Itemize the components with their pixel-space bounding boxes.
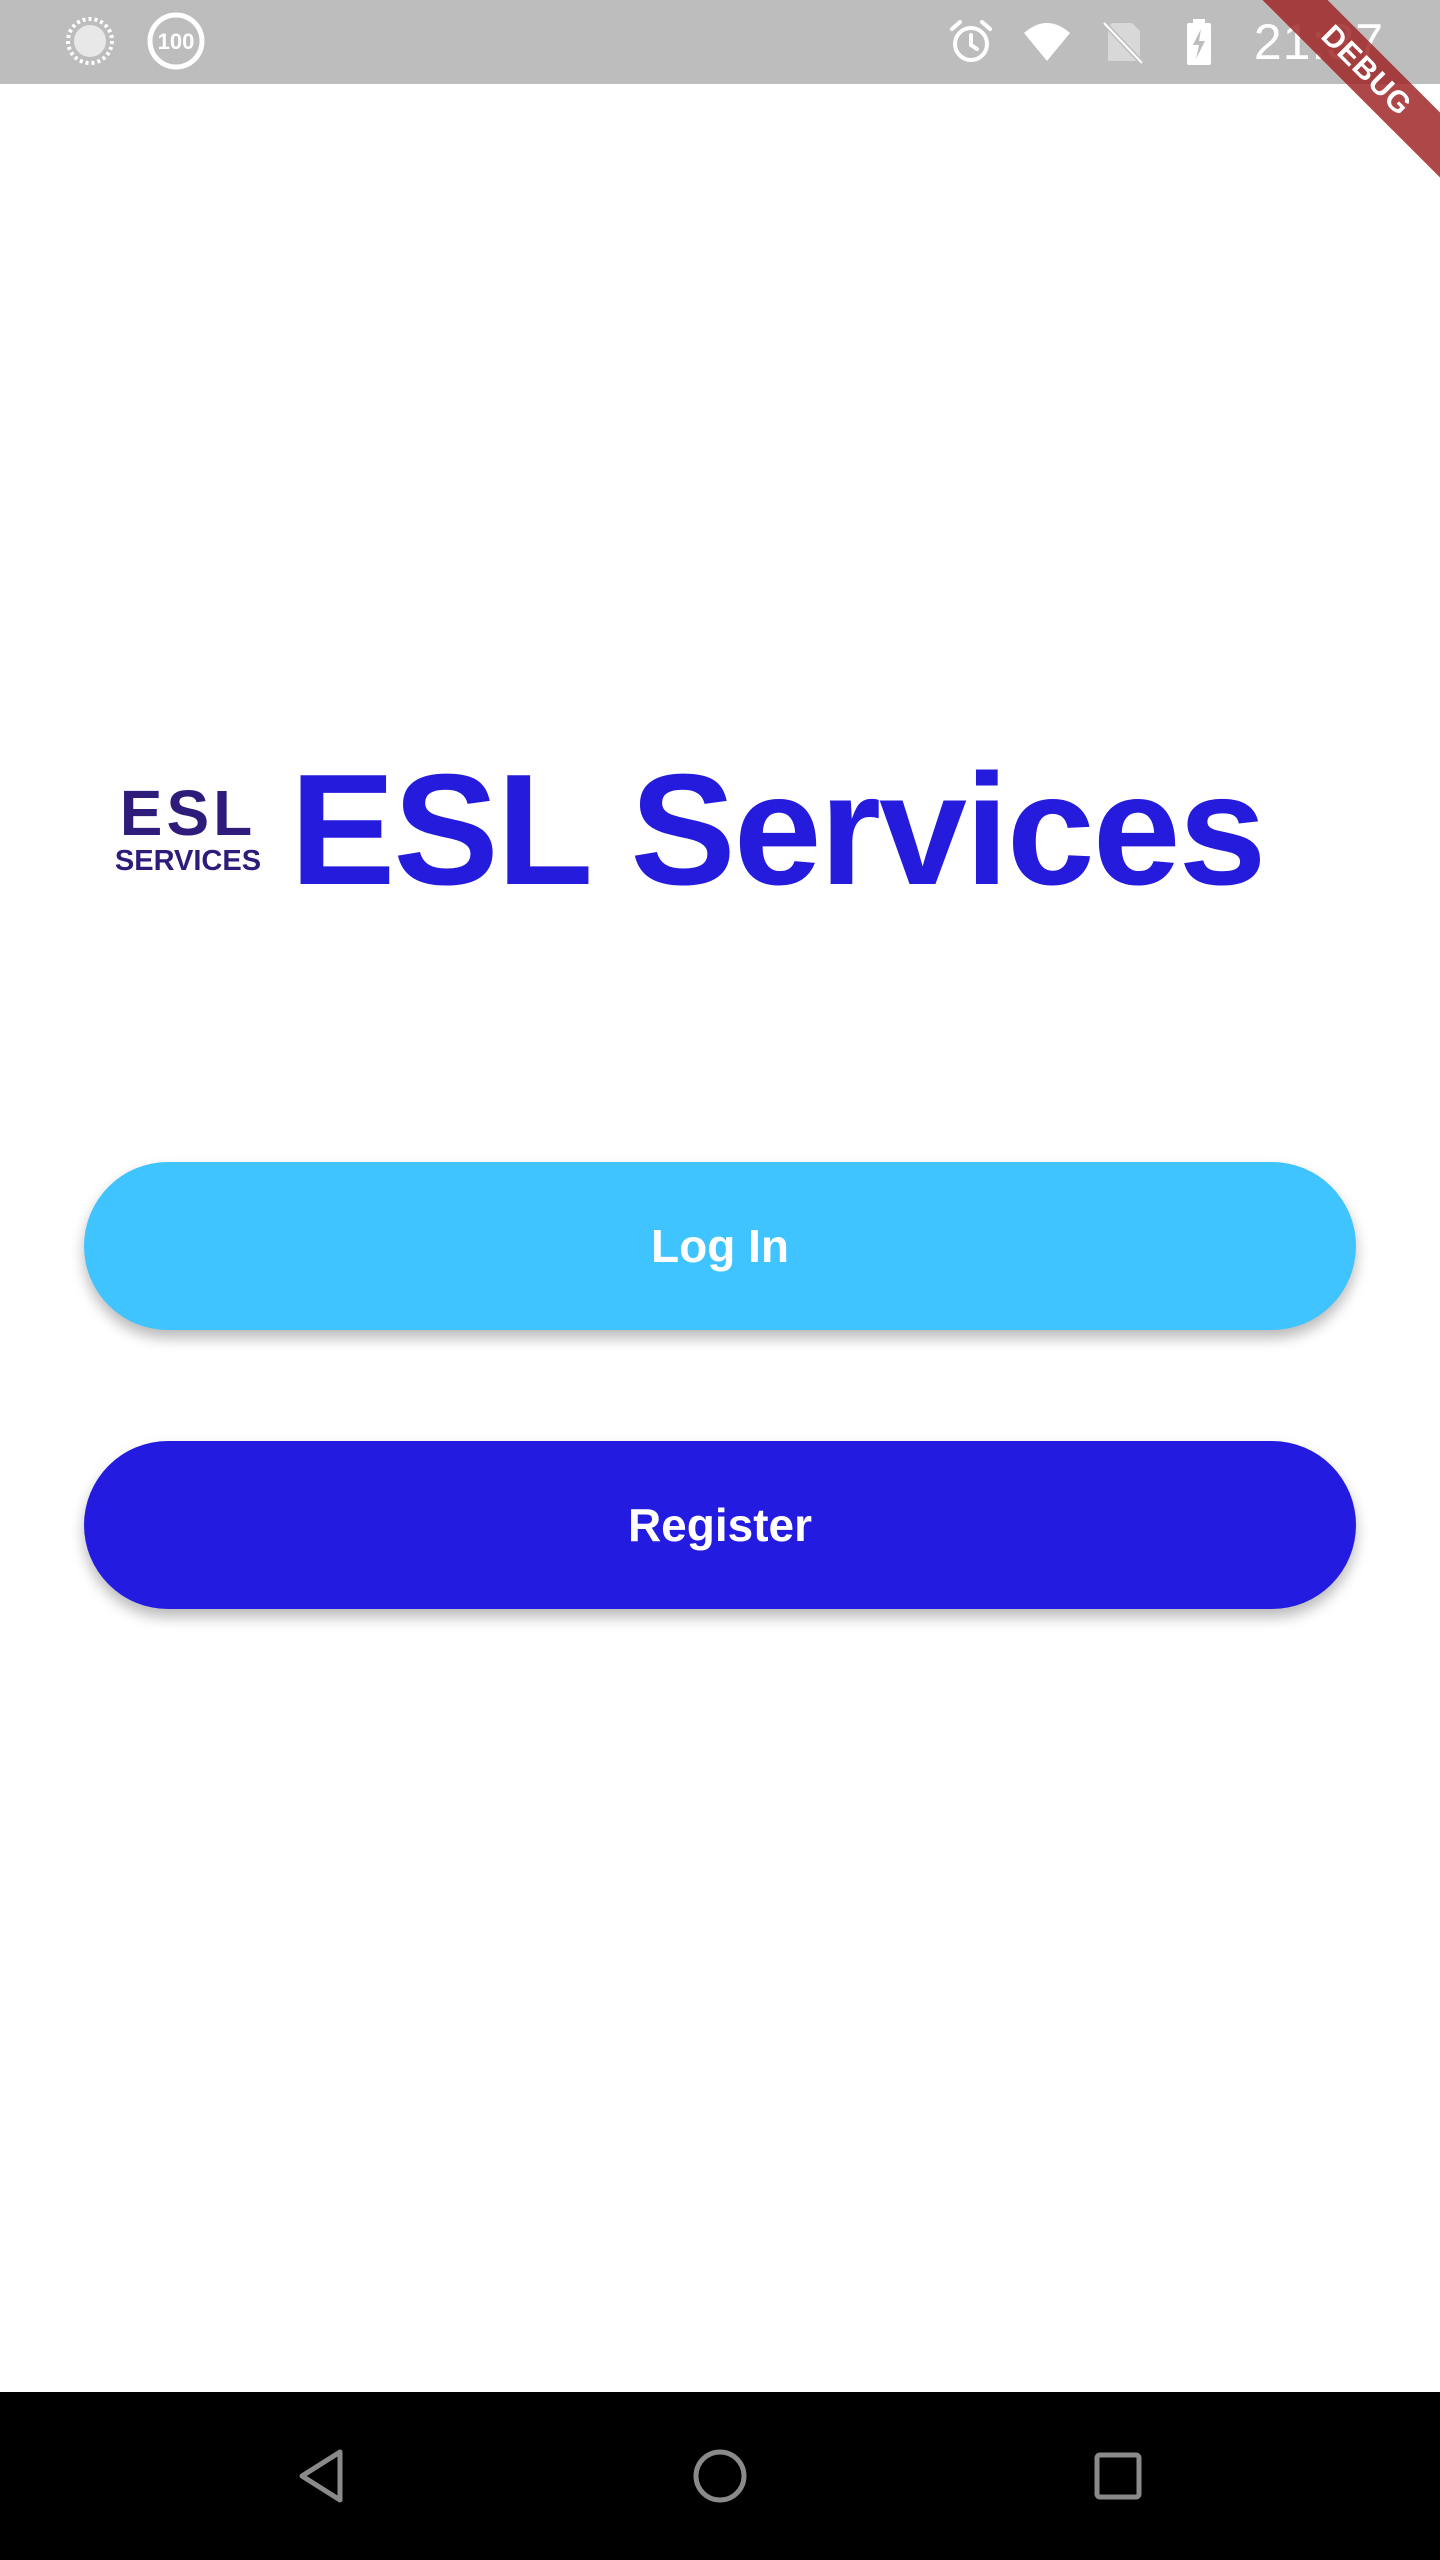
no-sim-icon <box>1102 21 1144 65</box>
logo-top-text: ESL <box>119 777 257 849</box>
register-button[interactable]: Register <box>84 1441 1356 1609</box>
esl-logo: ESL SERVICES <box>108 775 268 885</box>
app-screen: 100 21:37 DEBUG ESL SERVICES ESL Service… <box>0 0 1440 2560</box>
home-button[interactable] <box>670 2426 770 2526</box>
brand-header: ESL SERVICES ESL Services <box>108 740 1267 920</box>
badge-100-icon: 100 <box>146 11 206 71</box>
alarm-icon <box>949 20 992 62</box>
status-bar: 100 21:37 <box>0 0 1440 84</box>
recents-button[interactable] <box>1068 2426 1168 2526</box>
loading-spinner-icon <box>64 15 116 67</box>
navigation-bar <box>0 2392 1440 2560</box>
badge-text: 100 <box>158 29 195 54</box>
home-icon <box>693 2449 747 2503</box>
login-button[interactable]: Log In <box>84 1162 1356 1330</box>
clock: 21:37 <box>1253 14 1384 70</box>
app-title: ESL Services <box>290 742 1266 918</box>
back-icon <box>299 2449 343 2503</box>
recents-icon <box>1094 2452 1142 2500</box>
back-button[interactable] <box>272 2426 372 2526</box>
battery-charging-icon <box>1186 19 1211 65</box>
status-icons: 21:37 <box>946 0 1384 84</box>
logo-bottom-text: SERVICES <box>114 845 262 877</box>
wifi-icon <box>1023 23 1070 61</box>
